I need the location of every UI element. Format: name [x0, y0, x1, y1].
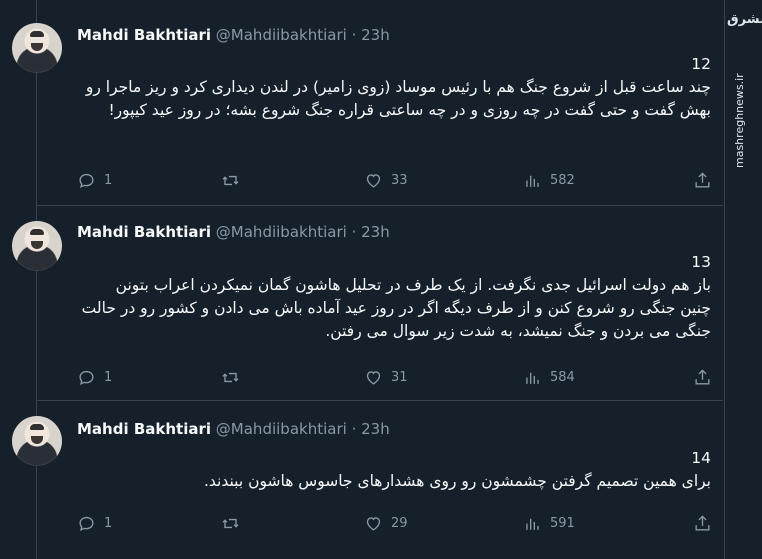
analytics-icon: [526, 518, 539, 530]
separator-dot: ·: [351, 26, 357, 44]
share-button[interactable]: [693, 511, 712, 535]
share-button[interactable]: [693, 365, 712, 389]
thread-number: 14: [691, 449, 711, 467]
share-button[interactable]: [693, 168, 712, 192]
thread-number: 12: [691, 55, 711, 73]
watermark-site: mashreghnews.ir: [733, 73, 746, 168]
tweet-body: 14 برای همین تصمیم گرفتن چشمشون رو روی ه…: [81, 447, 711, 493]
reply-count: 1: [104, 369, 113, 385]
tweet-actions: 1 31 584: [77, 365, 717, 389]
tweet-time[interactable]: 23h: [361, 26, 390, 44]
tweet-header: Mahdi Bakhtiari @Mahdiibakhtiari · 23h: [77, 223, 390, 241]
reply-count: 1: [104, 172, 113, 188]
tweet-body: 13 باز هم دولت اسرائیل جدی نگرفت. از یک …: [81, 251, 711, 343]
tweet[interactable]: Mahdi Bakhtiari @Mahdiibakhtiari · 23h 1…: [12, 400, 723, 559]
reply-icon: [79, 173, 94, 188]
tweet-time[interactable]: 23h: [361, 420, 390, 438]
share-icon: [695, 171, 710, 188]
views-button[interactable]: 582: [523, 168, 575, 192]
author-handle[interactable]: @Mahdiibakhtiari: [216, 420, 347, 438]
analytics-icon: [526, 372, 539, 384]
like-button[interactable]: 31: [364, 365, 408, 389]
reply-icon: [79, 516, 94, 531]
reply-count: 1: [104, 515, 113, 531]
like-count: 33: [391, 172, 408, 188]
tweet-body: 12 چند ساعت قبل از شروع جنگ هم با رئیس م…: [81, 53, 711, 122]
tweet[interactable]: Mahdi Bakhtiari @Mahdiibakhtiari · 23h 1…: [12, 0, 723, 206]
views-button[interactable]: 591: [523, 511, 575, 535]
tweet-time[interactable]: 23h: [361, 223, 390, 241]
tweet-actions: 1 29 591: [77, 511, 717, 535]
view-count: 584: [550, 369, 575, 385]
tweet-text: باز هم دولت اسرائیل جدی نگرفت. از یک طرف…: [81, 276, 711, 340]
share-icon: [695, 514, 710, 531]
separator-dot: ·: [351, 223, 357, 241]
heart-icon: [366, 370, 381, 385]
retweet-icon: [222, 175, 239, 185]
watermark: مشرق mashreghnews.ir: [727, 8, 762, 168]
author-name[interactable]: Mahdi Bakhtiari: [77, 420, 211, 438]
watermark-logo: مشرق: [727, 12, 762, 27]
avatar[interactable]: [12, 416, 62, 466]
tweet[interactable]: Mahdi Bakhtiari @Mahdiibakhtiari · 23h 1…: [12, 205, 723, 401]
retweet-button[interactable]: [221, 168, 248, 192]
retweet-icon: [222, 372, 239, 382]
author-name[interactable]: Mahdi Bakhtiari: [77, 26, 211, 44]
tweet-actions: 1 33 582: [77, 168, 717, 192]
view-count: 582: [550, 172, 575, 188]
heart-icon: [366, 516, 381, 531]
reply-icon: [79, 370, 94, 385]
tweet-header: Mahdi Bakhtiari @Mahdiibakhtiari · 23h: [77, 420, 390, 438]
heart-icon: [366, 173, 381, 188]
avatar[interactable]: [12, 23, 62, 73]
share-icon: [695, 368, 710, 385]
like-count: 31: [391, 369, 408, 385]
like-count: 29: [391, 515, 408, 531]
left-border: [0, 0, 37, 559]
retweet-icon: [222, 518, 239, 528]
reply-button[interactable]: 1: [77, 365, 112, 389]
tweet-header: Mahdi Bakhtiari @Mahdiibakhtiari · 23h: [77, 26, 390, 44]
avatar[interactable]: [12, 221, 62, 271]
author-name[interactable]: Mahdi Bakhtiari: [77, 223, 211, 241]
separator-dot: ·: [351, 420, 357, 438]
analytics-icon: [526, 175, 539, 187]
reply-button[interactable]: 1: [77, 168, 112, 192]
like-button[interactable]: 33: [364, 168, 408, 192]
retweet-button[interactable]: [221, 511, 248, 535]
author-handle[interactable]: @Mahdiibakhtiari: [216, 26, 347, 44]
tweet-text: چند ساعت قبل از شروع جنگ هم با رئیس موسا…: [85, 78, 711, 119]
like-button[interactable]: 29: [364, 511, 408, 535]
tweet-text: برای همین تصمیم گرفتن چشمشون رو روی هشدا…: [203, 472, 711, 490]
retweet-button[interactable]: [221, 365, 248, 389]
thread-number: 13: [691, 253, 711, 271]
author-handle[interactable]: @Mahdiibakhtiari: [216, 223, 347, 241]
view-count: 591: [550, 515, 575, 531]
reply-button[interactable]: 1: [77, 511, 112, 535]
views-button[interactable]: 584: [523, 365, 575, 389]
